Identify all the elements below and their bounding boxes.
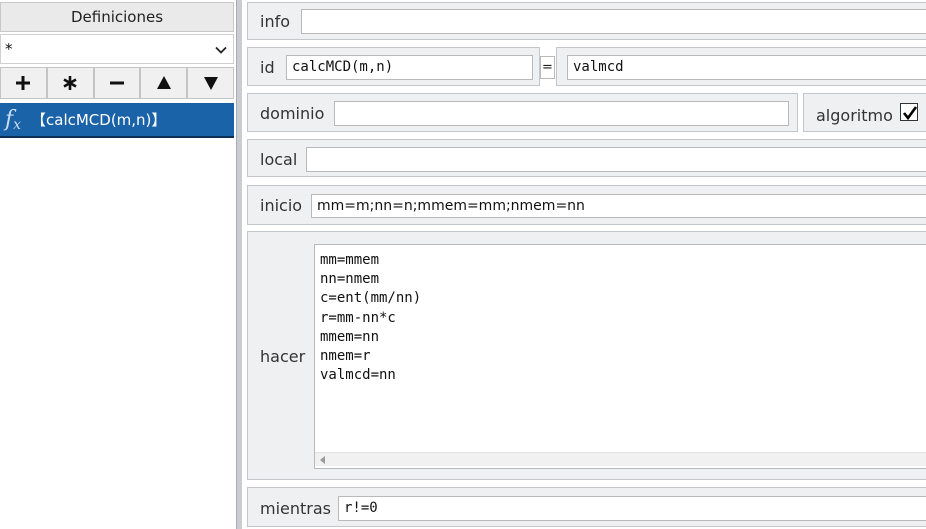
triangle-down-icon (203, 77, 218, 90)
scroll-left-icon[interactable] (320, 456, 325, 464)
local-label: local (260, 150, 298, 169)
hacer-textarea[interactable]: mm=mmem nn=nmem c=ent(mm/nn) r=mm-nn*c m… (314, 244, 926, 469)
move-up-button[interactable] (140, 67, 188, 99)
function-icon: fx (5, 106, 22, 133)
asterisk-icon (63, 76, 77, 90)
plus-icon (16, 76, 31, 90)
id-row: id calcMCD(m,n) (247, 47, 540, 86)
mientras-label: mientras (260, 499, 332, 518)
definition-list-item[interactable]: fx 【calcMCD(m,n)】 (0, 103, 234, 138)
definition-label: 【calcMCD(m,n)】 (31, 111, 167, 129)
mientras-row: mientras r!=0 (247, 487, 926, 527)
algoritmo-row: algoritmo (803, 93, 926, 132)
sidebar-title: Definiciones (0, 2, 234, 32)
equals-sign: = (540, 56, 555, 79)
dominio-label: dominio (260, 104, 325, 123)
algoritmo-label: algoritmo (816, 106, 893, 125)
id-input[interactable]: calcMCD(m,n) (286, 55, 533, 80)
minus-icon (109, 81, 124, 85)
remove-button[interactable] (93, 67, 141, 99)
triangle-up-icon (156, 76, 171, 89)
local-row: local (247, 139, 926, 177)
definitions-sidebar: Definiciones * fx 【calcMCD(m,n)】 (0, 0, 236, 529)
result-input[interactable]: valmcd (567, 55, 926, 80)
local-input[interactable] (306, 147, 926, 172)
info-row: info (247, 2, 926, 40)
hacer-label: hacer (260, 347, 306, 366)
hacer-row: hacer mm=mmem nn=nmem c=ent(mm/nn) r=mm-… (247, 231, 926, 480)
definition-toolbar (0, 67, 234, 99)
all-button[interactable] (46, 67, 94, 99)
mientras-input[interactable]: r!=0 (338, 496, 926, 521)
result-row: valmcd (556, 47, 926, 86)
info-input[interactable] (301, 9, 926, 34)
definition-editor: info id calcMCD(m,n) = valmcd dominio al… (242, 0, 926, 529)
chevron-down-icon (215, 46, 227, 54)
checkmark-icon (902, 106, 918, 121)
definition-filter-select[interactable]: * (0, 34, 234, 64)
id-label: id (260, 58, 275, 77)
dominio-row: dominio (247, 93, 798, 132)
inicio-row: inicio mm=m;nn=n;mmem=mm;nmem=nn (247, 185, 926, 225)
inicio-input[interactable]: mm=m;nn=n;mmem=mm;nmem=nn (311, 194, 926, 218)
move-down-button[interactable] (187, 67, 234, 99)
hacer-horizontal-scrollbar[interactable] (315, 452, 926, 466)
inicio-label: inicio (260, 196, 303, 215)
info-label: info (260, 12, 291, 31)
algoritmo-checkbox[interactable] (900, 103, 918, 121)
dominio-input[interactable] (334, 101, 789, 126)
add-button[interactable] (0, 67, 47, 99)
filter-value: * (5, 40, 13, 58)
